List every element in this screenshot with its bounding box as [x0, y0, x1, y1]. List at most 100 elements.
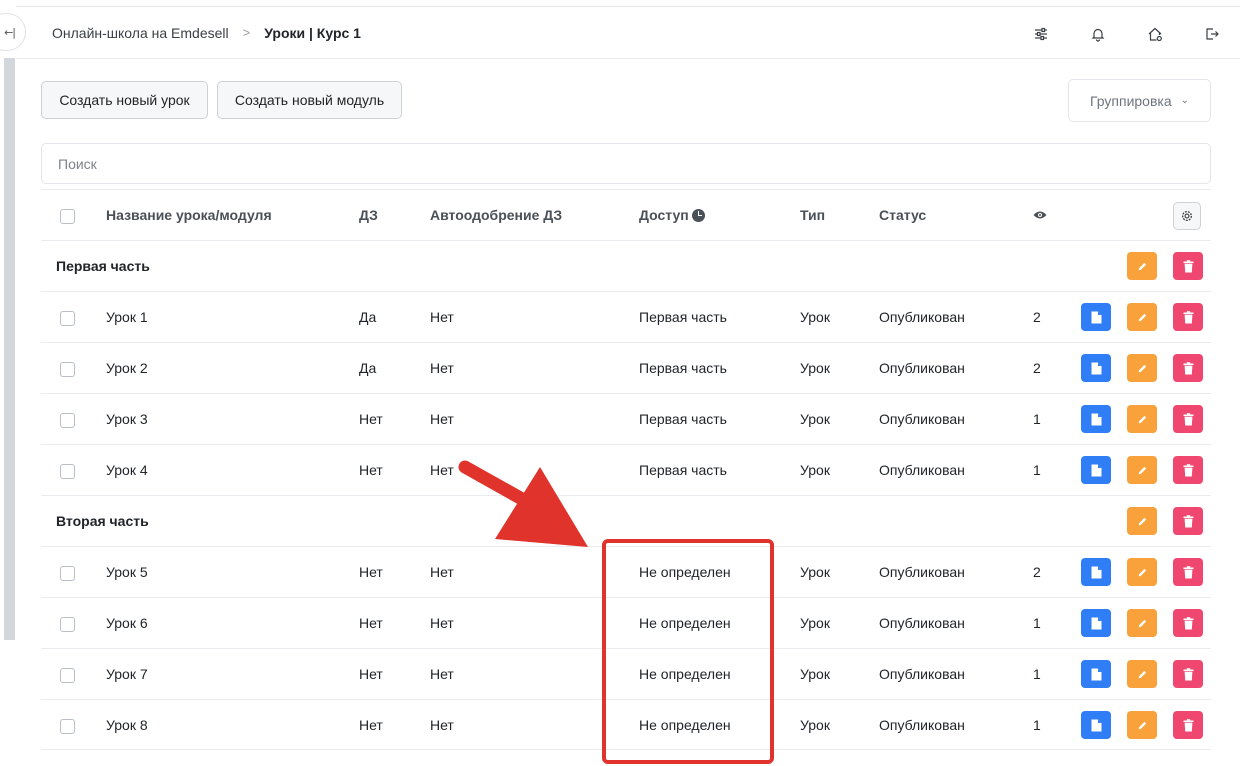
- column-access[interactable]: Доступ: [639, 190, 705, 240]
- table-header: Название урока/модуля ДЗ Автоодобрение Д…: [41, 189, 1211, 240]
- logout-button[interactable]: [1183, 7, 1240, 60]
- open-lesson-button[interactable]: [1081, 456, 1111, 484]
- row-checkbox[interactable]: [60, 667, 75, 683]
- lesson-name[interactable]: Урок 1: [106, 292, 148, 342]
- edit-module-button[interactable]: [1127, 507, 1157, 535]
- trash-icon: [1183, 565, 1193, 578]
- column-type[interactable]: Тип: [800, 190, 825, 240]
- column-homework[interactable]: ДЗ: [359, 190, 378, 240]
- table-settings-button[interactable]: [1173, 202, 1201, 230]
- delete-lesson-button[interactable]: [1173, 456, 1203, 484]
- row-checkbox[interactable]: [60, 310, 75, 326]
- delete-lesson-button[interactable]: [1173, 558, 1203, 586]
- create-lesson-button[interactable]: Создать новый урок: [41, 81, 208, 119]
- homework-value: Нет: [359, 717, 383, 733]
- lessons-table: Название урока/модуля ДЗ Автоодобрение Д…: [41, 189, 1211, 750]
- lesson-name[interactable]: Урок 2: [106, 343, 148, 393]
- edit-lesson-button[interactable]: [1127, 660, 1157, 688]
- lesson-name[interactable]: Урок 4: [106, 445, 148, 495]
- open-lesson-button[interactable]: [1081, 660, 1111, 688]
- delete-module-button[interactable]: [1173, 252, 1203, 280]
- search-input[interactable]: [41, 143, 1211, 184]
- chevron-down-icon: ⌄: [1180, 95, 1190, 106]
- settings-sliders-button[interactable]: [1012, 7, 1069, 60]
- row-checkbox-cell: [60, 700, 75, 750]
- column-views[interactable]: [1033, 190, 1047, 240]
- pencil-icon: [1138, 313, 1146, 321]
- row-checkbox[interactable]: [60, 565, 75, 581]
- access-value: Первая часть: [639, 360, 727, 376]
- status-value: Опубликован: [879, 615, 965, 631]
- status-value: Опубликован: [879, 462, 965, 478]
- trash-icon: [1183, 667, 1193, 680]
- document-icon: [1091, 617, 1101, 629]
- type-value: Урок: [800, 462, 830, 478]
- row-checkbox[interactable]: [60, 463, 75, 479]
- edit-module-button[interactable]: [1127, 252, 1157, 280]
- edit-lesson-button[interactable]: [1127, 456, 1157, 484]
- lesson-name[interactable]: Урок 7: [106, 649, 148, 699]
- delete-lesson-button[interactable]: [1173, 354, 1203, 382]
- lesson-name[interactable]: Урок 3: [106, 394, 148, 444]
- delete-lesson-button[interactable]: [1173, 405, 1203, 433]
- edit-lesson-button[interactable]: [1127, 354, 1157, 382]
- pencil-icon: [1138, 415, 1146, 423]
- delete-lesson-button[interactable]: [1173, 609, 1203, 637]
- lesson-name[interactable]: Урок 8: [106, 700, 148, 750]
- create-module-button[interactable]: Создать новый модуль: [217, 81, 402, 119]
- open-lesson-button[interactable]: [1081, 711, 1111, 739]
- document-icon: [1091, 413, 1101, 425]
- document-icon: [1091, 719, 1101, 731]
- row-checkbox[interactable]: [60, 616, 75, 632]
- column-name[interactable]: Название урока/модуля: [106, 190, 272, 240]
- views-count: 1: [1033, 615, 1041, 631]
- open-lesson-button[interactable]: [1081, 558, 1111, 586]
- type-value: Урок: [800, 309, 830, 325]
- select-all-checkbox[interactable]: [60, 208, 75, 224]
- edit-lesson-button[interactable]: [1127, 558, 1157, 586]
- group-title: Вторая часть: [56, 513, 149, 529]
- edit-lesson-button[interactable]: [1127, 303, 1157, 331]
- sliders-icon: [1034, 27, 1047, 40]
- column-status[interactable]: Статус: [879, 190, 926, 240]
- auto-approve-value: Нет: [430, 564, 454, 580]
- type-value: Урок: [800, 564, 830, 580]
- views-count: 2: [1033, 564, 1041, 580]
- top-bar: Онлайн-школа на Emdesell > Уроки | Курс …: [16, 6, 1240, 59]
- access-value: Не определен: [639, 615, 731, 631]
- delete-lesson-button[interactable]: [1173, 711, 1203, 739]
- row-checkbox[interactable]: [60, 412, 75, 428]
- sidebar-scrollbar[interactable]: [4, 58, 15, 640]
- home-settings-button[interactable]: [1126, 7, 1183, 60]
- open-lesson-button[interactable]: [1081, 303, 1111, 331]
- trash-icon: [1183, 718, 1193, 731]
- edit-lesson-button[interactable]: [1127, 609, 1157, 637]
- row-checkbox[interactable]: [60, 361, 75, 377]
- row-checkbox-cell: [60, 598, 75, 648]
- grouping-dropdown[interactable]: Группировка ⌄: [1068, 79, 1211, 122]
- group-row: Вторая часть: [41, 495, 1211, 546]
- access-value: Первая часть: [639, 462, 727, 478]
- table-row: Урок 6 Нет Нет Не определен Урок Опубликован 1: [41, 597, 1211, 648]
- delete-lesson-button[interactable]: [1173, 303, 1203, 331]
- row-checkbox[interactable]: [60, 718, 75, 734]
- open-lesson-button[interactable]: [1081, 609, 1111, 637]
- homework-value: Да: [359, 360, 377, 376]
- views-count: 1: [1033, 666, 1041, 682]
- open-lesson-button[interactable]: [1081, 405, 1111, 433]
- delete-lesson-button[interactable]: [1173, 660, 1203, 688]
- homework-value: Нет: [359, 615, 383, 631]
- trash-icon: [1183, 463, 1193, 476]
- open-lesson-button[interactable]: [1081, 354, 1111, 382]
- column-auto-approve[interactable]: Автоодобрение ДЗ: [430, 190, 562, 240]
- logout-icon: [1205, 27, 1219, 40]
- lesson-name[interactable]: Урок 5: [106, 547, 148, 597]
- delete-module-button[interactable]: [1173, 507, 1203, 535]
- edit-lesson-button[interactable]: [1127, 405, 1157, 433]
- notifications-button[interactable]: [1069, 7, 1126, 60]
- breadcrumb-school-link[interactable]: Онлайн-школа на Emdesell: [52, 25, 229, 41]
- access-value: Первая часть: [639, 309, 727, 325]
- lesson-name[interactable]: Урок 6: [106, 598, 148, 648]
- edit-lesson-button[interactable]: [1127, 711, 1157, 739]
- trash-icon: [1183, 514, 1193, 527]
